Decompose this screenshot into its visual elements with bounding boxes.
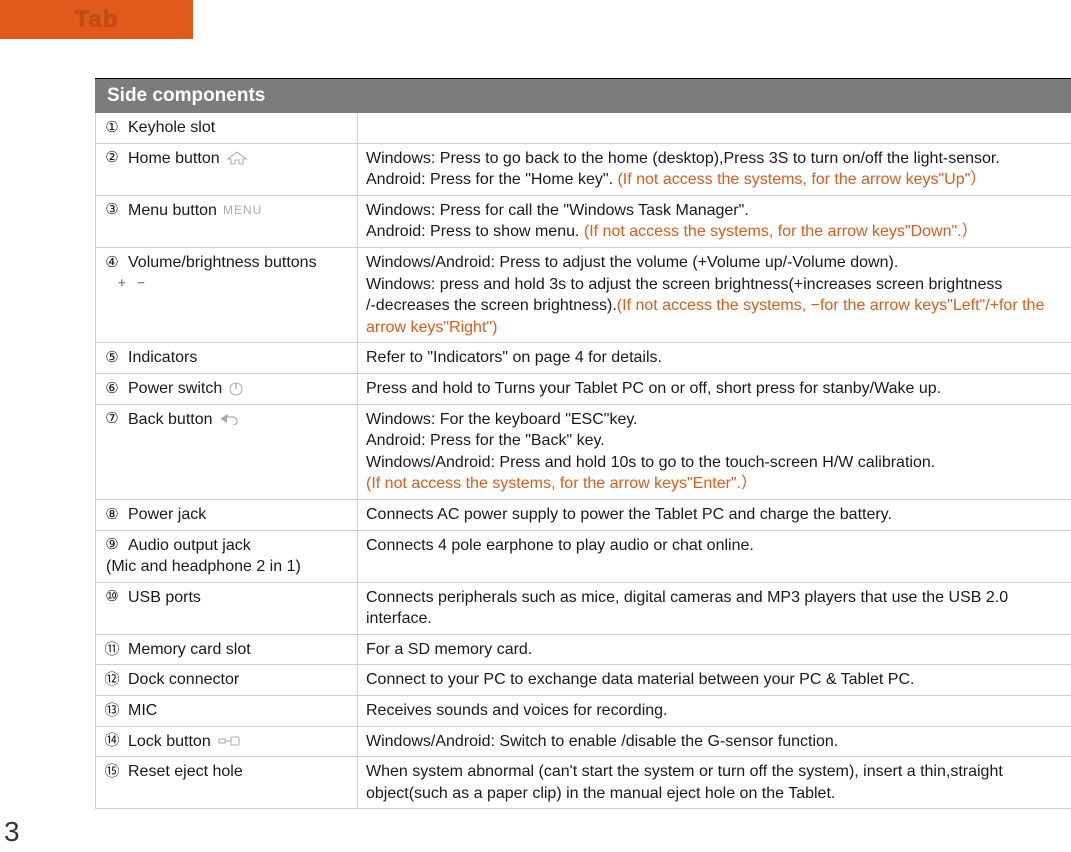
row-number: ⑥ bbox=[104, 379, 120, 399]
table-row: ⑬ MIC Receives sounds and voices for rec… bbox=[95, 696, 1071, 727]
table-row: ③ Menu button MENU Windows: Press for ca… bbox=[95, 196, 1071, 248]
row-desc: For a SD memory card. bbox=[366, 641, 532, 658]
row-desc: Press and hold to Turns your Tablet PC o… bbox=[366, 380, 941, 397]
tab-header: Tab bbox=[0, 0, 193, 39]
table-row: ⑥ Power switch Press and hold to Turns y… bbox=[95, 374, 1071, 405]
row-label: MIC bbox=[128, 700, 157, 722]
row-label: USB ports bbox=[128, 587, 201, 609]
row-desc-line: Windows/Android: Press to adjust the vol… bbox=[366, 252, 1071, 274]
table-row: ⑫ Dock connector Connect to your PC to e… bbox=[95, 665, 1071, 696]
row-sublabel: (Mic and headphone 2 in 1) bbox=[106, 556, 301, 578]
table-row: ⑩ USB ports Connects peripherals such as… bbox=[95, 583, 1071, 635]
row-desc-line: Windows/Android: Press and hold 10s to g… bbox=[366, 452, 1071, 474]
row-label: Indicators bbox=[128, 347, 197, 369]
row-number: ④ bbox=[104, 253, 120, 273]
row-label: Audio output jack bbox=[128, 535, 251, 557]
row-number: ⑦ bbox=[104, 409, 120, 429]
table-row: ① Keyhole slot bbox=[95, 113, 1071, 144]
row-desc: Receives sounds and voices for recording… bbox=[366, 702, 668, 719]
table-row: ⑤ Indicators Refer to "Indicators" on pa… bbox=[95, 343, 1071, 374]
row-number: ③ bbox=[104, 200, 120, 220]
section-title: Side components bbox=[107, 85, 265, 106]
row-desc-line: Android: Press for the "Back" key. bbox=[366, 430, 1071, 452]
row-desc-line: Windows: For the keyboard "ESC"key. bbox=[366, 409, 1071, 431]
row-number: ⑪ bbox=[104, 640, 120, 660]
row-desc: Connect to your PC to exchange data mate… bbox=[366, 671, 914, 688]
row-label: Reset eject hole bbox=[128, 761, 243, 783]
row-number: ⑭ bbox=[104, 731, 120, 751]
row-accent: (If not access the systems, for the arro… bbox=[584, 223, 978, 240]
section-header: Side components bbox=[95, 78, 1071, 113]
row-accent: (If not access the systems, for the arro… bbox=[617, 171, 986, 188]
row-label: Home button bbox=[128, 148, 220, 170]
row-number: ⑬ bbox=[104, 701, 120, 721]
row-desc: Refer to "Indicators" on page 4 for deta… bbox=[366, 349, 662, 366]
tab-label: Tab bbox=[75, 6, 119, 34]
row-desc-line: /-decreases the screen brightness). bbox=[366, 297, 617, 314]
row-desc: Windows/Android: Switch to enable /disab… bbox=[366, 733, 838, 750]
table-row: ⑪ Memory card slot For a SD memory card. bbox=[95, 635, 1071, 666]
power-icon bbox=[228, 381, 244, 397]
row-label: Memory card slot bbox=[128, 639, 251, 661]
row-desc-line: Windows: press and hold 3s to adjust the… bbox=[366, 274, 1071, 296]
row-number: ⑧ bbox=[104, 505, 120, 525]
row-label: Power switch bbox=[128, 378, 222, 400]
page-number: 3 bbox=[4, 816, 20, 848]
row-desc-line: Android: Press to show menu. bbox=[366, 223, 584, 240]
row-number: ⑤ bbox=[104, 348, 120, 368]
row-number: ⑨ bbox=[104, 535, 120, 555]
row-desc: When system abnormal (can't start the sy… bbox=[366, 763, 1003, 802]
row-label: Keyhole slot bbox=[128, 117, 215, 139]
row-desc-line: Windows: Press for call the "Windows Tas… bbox=[366, 200, 1071, 222]
row-number: ① bbox=[104, 118, 120, 138]
table-row: ⑦ Back button Windows: For the keyboard … bbox=[95, 405, 1071, 500]
content-area: Side components ① Keyhole slot ② Home bu… bbox=[95, 78, 1071, 809]
row-label: Dock connector bbox=[128, 669, 239, 691]
row-number: ⑫ bbox=[104, 670, 120, 690]
back-icon bbox=[219, 413, 241, 425]
lock-icon bbox=[217, 736, 241, 746]
row-desc-line: Windows: Press to go back to the home (d… bbox=[366, 148, 1071, 170]
table-row: ④ Volume/brightness buttons + − Windows/… bbox=[95, 248, 1071, 343]
row-number: ⑩ bbox=[104, 587, 120, 607]
table-row: ⑭ Lock button Windows/Android: Switch to… bbox=[95, 727, 1071, 758]
row-label: Power jack bbox=[128, 504, 206, 526]
row-accent: (If not access the systems, for the arro… bbox=[366, 473, 1071, 495]
table-row: ② Home button Windows: Press to go back … bbox=[95, 144, 1071, 196]
row-desc: Connects AC power supply to power the Ta… bbox=[366, 506, 892, 523]
row-label: Menu button bbox=[128, 200, 217, 222]
row-desc-line: Android: Press for the "Home key". bbox=[366, 171, 613, 188]
table-row: ⑨ Audio output jack (Mic and headphone 2… bbox=[95, 531, 1071, 583]
volume-icon: + − bbox=[104, 274, 149, 292]
row-desc: Connects 4 pole earphone to play audio o… bbox=[366, 537, 754, 554]
home-icon bbox=[226, 150, 248, 166]
row-label: Back button bbox=[128, 409, 213, 431]
table-row: ⑮ Reset eject hole When system abnormal … bbox=[95, 757, 1071, 809]
row-number: ⑮ bbox=[104, 762, 120, 782]
table-row: ⑧ Power jack Connects AC power supply to… bbox=[95, 500, 1071, 531]
row-label: Lock button bbox=[128, 731, 211, 753]
row-number: ② bbox=[104, 148, 120, 168]
menu-icon: MENU bbox=[223, 202, 262, 218]
row-desc: Connects peripherals such as mice, digit… bbox=[366, 589, 1008, 628]
row-label: Volume/brightness buttons bbox=[128, 252, 317, 274]
